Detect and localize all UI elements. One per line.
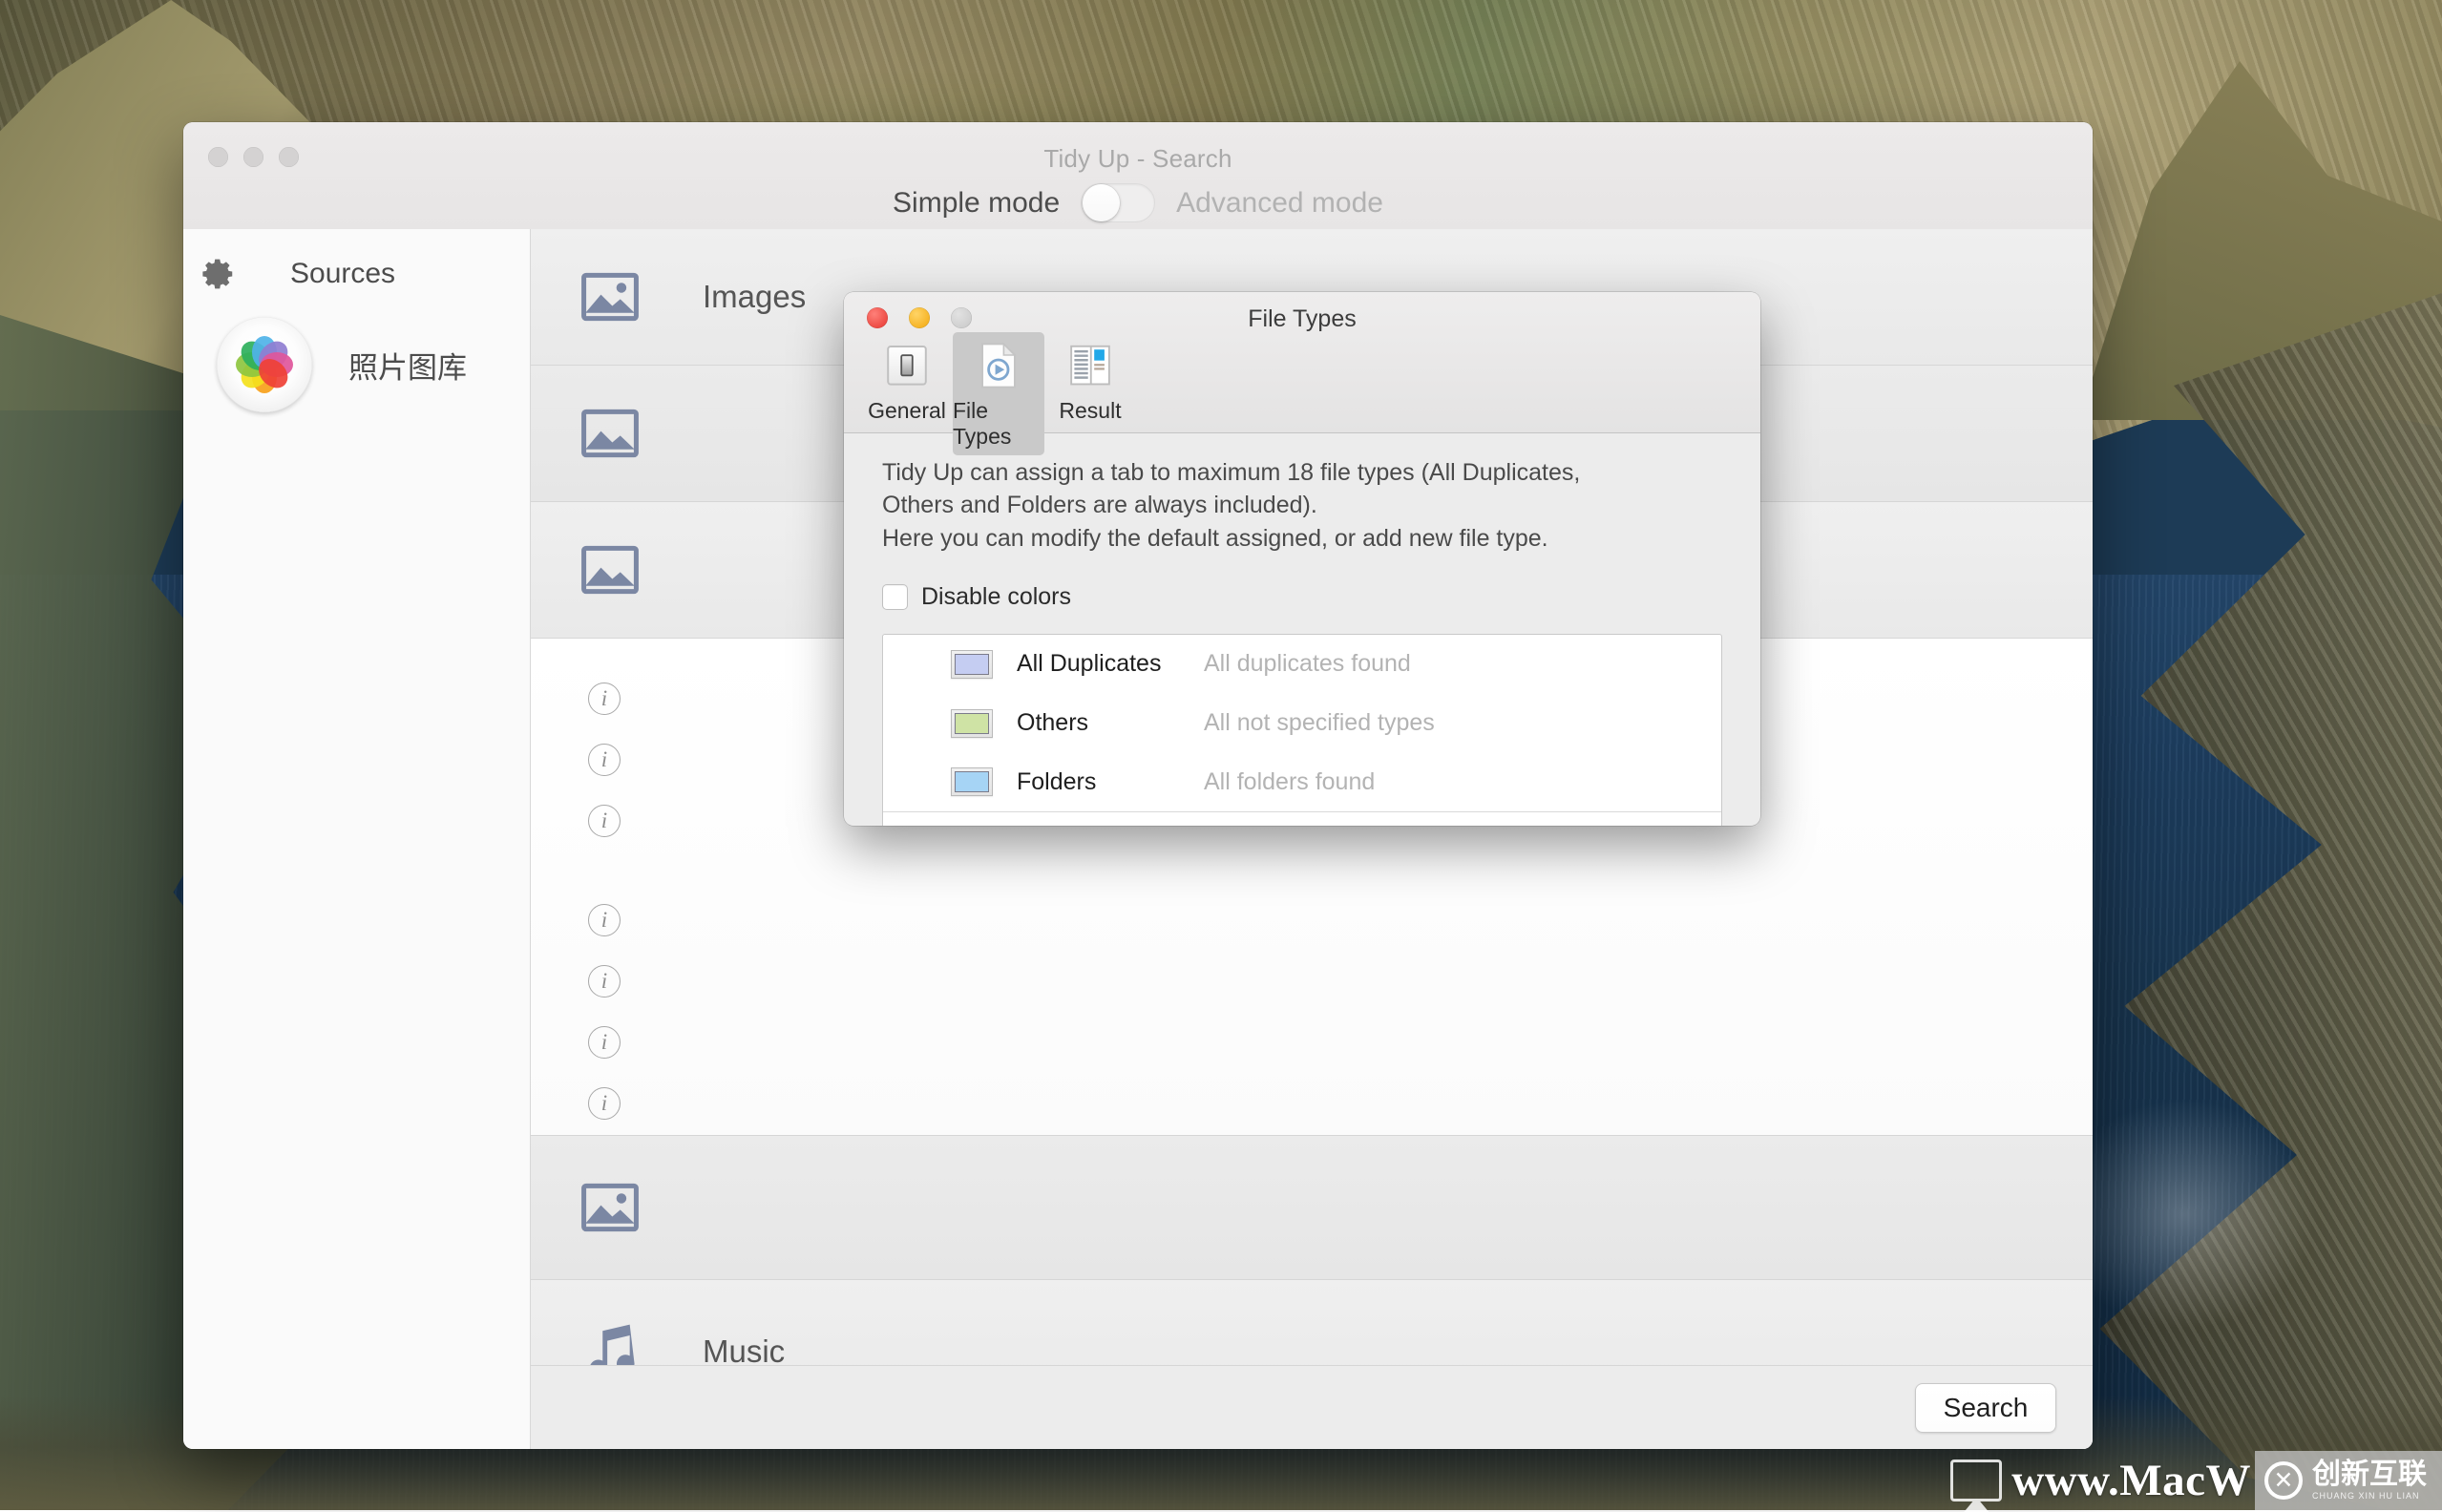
description-line-3: Here you can modify the default assigned… [882, 522, 1722, 555]
info-icon[interactable]: i [588, 744, 621, 776]
dialog-description: Tidy Up can assign a tab to maximum 18 f… [882, 456, 1722, 555]
tab-file-types[interactable]: File Types [953, 332, 1044, 455]
simple-mode-label[interactable]: Simple mode [893, 187, 1060, 220]
table-row[interactable]: ✕ Images PSD psd png ... [883, 812, 1721, 826]
disable-colors-label: Disable colors [921, 583, 1071, 611]
toggle-knob [1083, 184, 1120, 221]
description-line-2: Others and Folders are always included). [882, 489, 1722, 521]
info-icon[interactable]: i [588, 682, 621, 715]
mode-switch-row: Simple mode Advanced mode [183, 183, 2093, 222]
monitor-icon [1950, 1460, 2002, 1502]
file-types-list[interactable]: All Duplicates All duplicates found Othe… [882, 634, 1722, 826]
file-types-dialog: File Types General [844, 292, 1760, 826]
dialog-body: Tidy Up can assign a tab to maximum 18 f… [844, 433, 1760, 826]
image-icon [558, 544, 663, 596]
dialog-titlebar[interactable]: File Types General [844, 292, 1760, 433]
sidebar-header: Sources [183, 229, 530, 292]
color-swatch-cell[interactable] [942, 767, 1001, 796]
file-type-description: All duplicates found [1204, 650, 1411, 678]
info-icon[interactable]: i [588, 1026, 621, 1059]
watermark-site: www.MacW [2011, 1455, 2251, 1506]
image-icon [558, 408, 663, 459]
sidebar-item-photos-library[interactable]: 照片图库 [183, 317, 530, 412]
disable-colors-checkbox[interactable] [882, 584, 908, 610]
tab-file-types-label: File Types [953, 398, 1044, 450]
watermark: www.MacW 创新互联 CHUANG XIN HU LIAN [1950, 1451, 2442, 1510]
image-icon [558, 1182, 663, 1233]
search-button[interactable]: Search [1915, 1383, 2056, 1433]
category-row-4[interactable] [531, 1136, 2093, 1279]
image-icon [558, 271, 663, 323]
sidebar-item-label: 照片图库 [348, 344, 467, 387]
dialog-tabbar: General File Types [861, 332, 1136, 455]
info-icon-column: i i i i i i i [588, 639, 645, 1135]
file-type-description: All not specified types [1204, 709, 1435, 737]
brand-logo-icon [2264, 1461, 2303, 1500]
media-file-icon [979, 338, 1019, 393]
color-swatch [951, 709, 993, 738]
color-swatch [951, 650, 993, 679]
info-icon[interactable]: i [588, 805, 621, 837]
photos-app-icon [217, 317, 312, 412]
disable-colors-row[interactable]: Disable colors [882, 583, 1722, 611]
gear-icon[interactable] [197, 256, 241, 292]
sidebar: Sources 照片图库 [183, 229, 531, 1449]
table-row[interactable]: Folders All folders found [883, 753, 1721, 812]
advanced-mode-label[interactable]: Advanced mode [1176, 187, 1383, 220]
main-window-titlebar[interactable]: Tidy Up - Search Simple mode Advanced mo… [183, 122, 2093, 229]
table-row[interactable]: All Duplicates All duplicates found [883, 635, 1721, 694]
tab-general[interactable]: General [861, 332, 953, 455]
result-columns-icon [1070, 338, 1110, 393]
color-swatch-cell[interactable] [942, 650, 1001, 679]
file-type-name: Others [1017, 709, 1204, 737]
tab-result[interactable]: Result [1044, 332, 1136, 455]
switch-prefs-icon [887, 338, 927, 393]
main-window-footer: Search [531, 1365, 2093, 1449]
info-icon[interactable]: i [588, 1087, 621, 1120]
watermark-badge: 创新互联 CHUANG XIN HU LIAN [2255, 1451, 2442, 1510]
dialog-title: File Types [844, 305, 1760, 333]
watermark-badge-text: 创新互联 CHUANG XIN HU LIAN [2312, 1460, 2427, 1501]
description-line-1: Tidy Up can assign a tab to maximum 18 f… [882, 456, 1722, 489]
main-window-title: Tidy Up - Search [183, 144, 2093, 174]
info-icon[interactable]: i [588, 904, 621, 936]
color-swatch [951, 767, 993, 796]
category-label: Images [703, 279, 806, 315]
file-type-name: All Duplicates [1017, 650, 1204, 678]
tab-result-label: Result [1059, 398, 1121, 424]
mode-toggle-switch[interactable] [1081, 183, 1155, 222]
info-icon[interactable]: i [588, 965, 621, 998]
tab-general-label: General [868, 398, 946, 424]
table-row[interactable]: Others All not specified types [883, 694, 1721, 753]
sidebar-title: Sources [290, 258, 395, 290]
file-type-description: All folders found [1204, 768, 1375, 796]
file-type-name: Folders [1017, 768, 1204, 796]
color-swatch-cell[interactable] [942, 709, 1001, 738]
